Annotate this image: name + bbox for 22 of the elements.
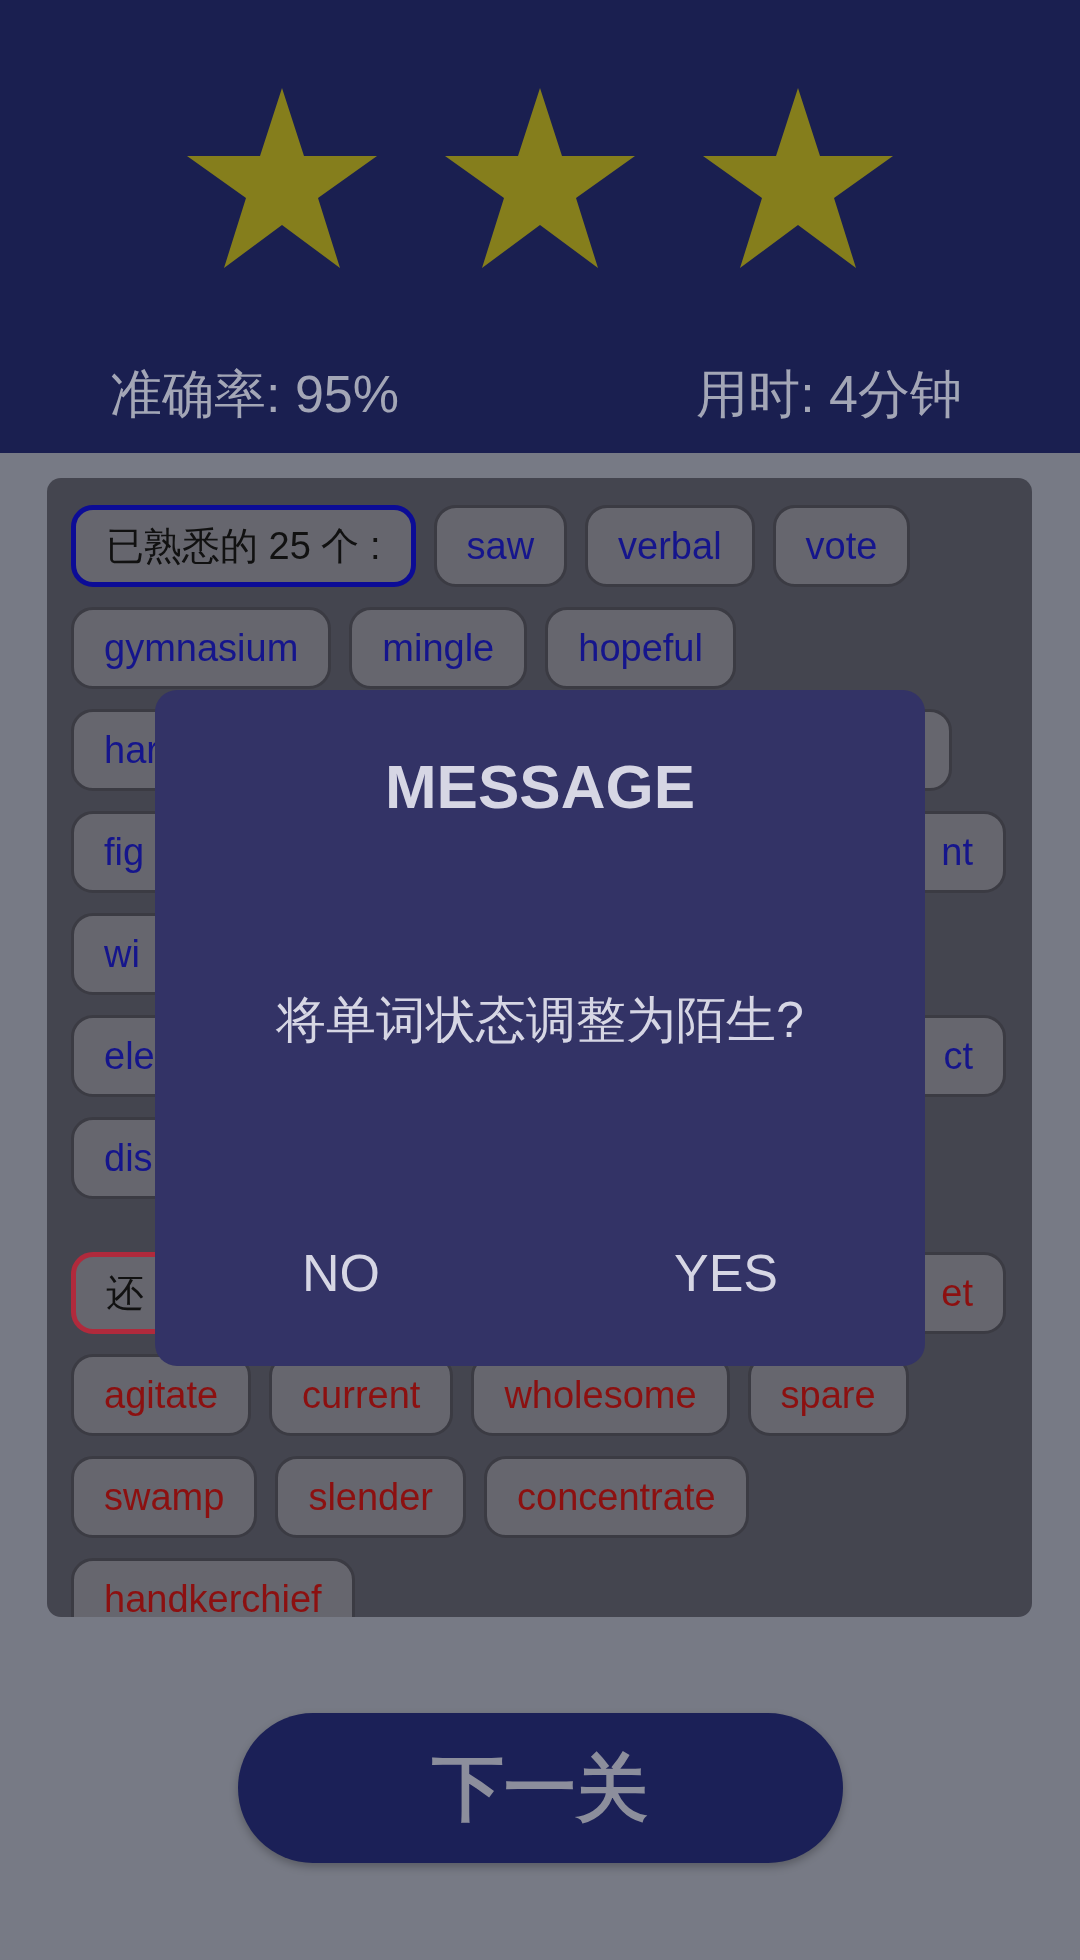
dialog-button[interactable]: YES xyxy=(653,1228,798,1318)
accuracy-text: 准确率: 95% xyxy=(110,364,399,425)
star-icon xyxy=(703,88,893,268)
word-chip[interactable]: hopeful xyxy=(545,607,736,689)
word-chip[interactable]: vote xyxy=(772,505,911,587)
time-text: 用时: 4分钟 xyxy=(696,364,962,425)
star-icon xyxy=(187,88,377,268)
word-chip[interactable]: saw xyxy=(433,505,568,587)
dialog-message: 将单词状态调整为陌生? xyxy=(276,992,804,1048)
word-chip[interactable]: gymnasium xyxy=(71,607,332,689)
word-chip[interactable]: agitate xyxy=(71,1354,252,1436)
word-chip[interactable]: swamp xyxy=(71,1456,258,1538)
word-chip[interactable]: concentrate xyxy=(484,1456,749,1538)
star-icon xyxy=(445,88,635,268)
word-chip[interactable]: mingle xyxy=(349,607,528,689)
next-level-button[interactable]: 下一关 xyxy=(237,1713,843,1863)
group-label[interactable]: 已熟悉的 25 个 : xyxy=(71,505,416,587)
dialog-title: MESSAGE xyxy=(384,752,696,821)
word-chip[interactable]: slender xyxy=(275,1456,466,1538)
dialog-button[interactable]: NO xyxy=(282,1228,400,1318)
word-chip[interactable]: verbal xyxy=(585,505,755,587)
word-chip[interactable]: handkerchief xyxy=(71,1558,355,1617)
